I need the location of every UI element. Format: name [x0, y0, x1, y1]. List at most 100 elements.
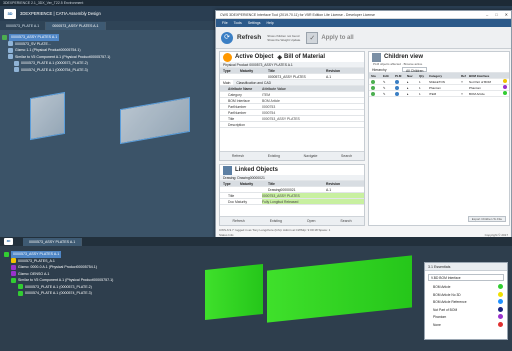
bottom-tabbar: 3D 0000573_ASSY PLATES A.1 — [0, 237, 512, 246]
part-icon — [11, 258, 16, 264]
existing-toggle[interactable]: Existing — [268, 152, 280, 160]
spec-tree: 0000573_ASSY PLATES A.1 0000573_PLATES_A… — [4, 251, 113, 297]
children-row[interactable]: ✎ ▸ 1 ITEM Y BOM Article — [369, 91, 509, 97]
maximize-icon[interactable]: □ — [495, 11, 497, 19]
bom-color-indicator — [503, 85, 507, 89]
tab-assy-plates[interactable]: 0000573_ASSY PLATES A.1 — [23, 237, 83, 246]
part-icon — [11, 277, 16, 283]
menu-bar: File Tools Settings Help — [216, 19, 511, 27]
nav-icon[interactable]: ▸ — [405, 91, 417, 96]
active-object-icon — [223, 52, 232, 62]
legend-color-dot — [498, 284, 503, 289]
search-button[interactable]: Search — [341, 152, 352, 160]
app-brand: 3DEXPERIENCE | CATIA Assembly Design — [20, 11, 101, 16]
active-object-heading: Active Object ◈ Bill of Material — [220, 52, 364, 62]
menu-tools[interactable]: Tools — [234, 21, 242, 25]
export-children-button[interactable]: Export Children To File — [467, 216, 506, 222]
part-icon — [14, 60, 19, 66]
plm-icon — [395, 86, 399, 90]
status-line: CWS-6.9.7: logged in as Tony Longchore (… — [219, 228, 331, 232]
tab-assy-plates[interactable]: 0000573_ASSY PLATES A.1 — [46, 21, 106, 30]
close-icon[interactable]: ✕ — [505, 11, 508, 19]
children-view-icon — [372, 52, 381, 62]
legend-item: BOM Article Reference — [425, 299, 507, 307]
edit-icon[interactable]: ✎ — [381, 85, 393, 90]
nav-icon[interactable]: ▸ — [405, 79, 417, 84]
option-show-children[interactable]: Show children not found — [267, 34, 300, 38]
legend-item: Phantom — [425, 314, 507, 322]
tree-item[interactable]: 0000574_PLATE A.1 (0000574_PLATE.3) — [4, 290, 113, 297]
active-object-panel: Active Object ◈ Bill of Material Physica… — [219, 51, 365, 161]
status-icon — [371, 92, 375, 96]
legend-item: BOM Article No 3D — [425, 291, 507, 300]
legend-selector[interactable]: V.BD BOM Interface — [428, 274, 504, 281]
green-plate-model[interactable] — [267, 255, 412, 323]
part-icon — [18, 284, 23, 290]
linked-refresh-button[interactable]: Refresh — [232, 217, 244, 225]
attr-row[interactable]: Description — [220, 122, 364, 128]
status-icon — [371, 86, 375, 90]
3dexperience-logo[interactable]: 3D — [4, 238, 13, 245]
bom-legend-panel: 3.1 Essentials V.BD BOM Interface BOM Ar… — [424, 262, 508, 340]
part-icon — [8, 47, 13, 53]
product-icon — [4, 251, 9, 257]
menu-settings[interactable]: Settings — [248, 21, 261, 25]
legend-item: Not Part of BOM — [425, 306, 507, 315]
product-icon — [2, 34, 7, 40]
open-button[interactable]: Open — [307, 217, 316, 225]
navigate-button[interactable]: Navigate — [304, 152, 318, 160]
cws-interface-dialog: CWS 3DEXPERIENCE Interface Tool (2019.70… — [215, 10, 512, 238]
bom-color-indicator — [503, 79, 507, 83]
status-icon — [371, 80, 375, 84]
tab-main[interactable]: Main — [220, 80, 234, 85]
plm-icon — [395, 92, 399, 96]
part-icon — [11, 264, 16, 270]
tree-item[interactable]: 0000574_PLATE A.1 (0000754_PLATE.3) — [2, 67, 110, 74]
legend-color-dot — [498, 299, 503, 304]
green-plate-model[interactable] — [205, 263, 263, 321]
legend-color-dot — [498, 314, 503, 319]
menu-file[interactable]: File — [222, 21, 228, 25]
refresh-button[interactable]: ⟳ Refresh — [221, 31, 261, 44]
dialog-toolbar: ⟳ Refresh Show children not found Show t… — [216, 27, 511, 49]
edit-icon[interactable]: ✎ — [381, 91, 393, 96]
part-icon — [18, 290, 23, 296]
children-view-panel: Children view PLM objects affected · Bro… — [368, 51, 510, 226]
option-weight-update[interactable]: Show the Weight Update — [267, 38, 300, 42]
menu-help[interactable]: Help — [266, 21, 273, 25]
refresh-object-button[interactable]: Refresh — [232, 152, 244, 160]
3dexperience-logo[interactable]: 3D — [4, 8, 16, 19]
part-icon — [14, 67, 19, 73]
part-icon — [8, 41, 13, 47]
linked-attr-row[interactable]: Doc Maturity Fully Longitud Released — [220, 199, 364, 205]
plate-3d-model[interactable] — [120, 96, 190, 145]
nav-icon[interactable]: ▸ — [405, 85, 417, 90]
plate-3d-model[interactable] — [30, 91, 65, 141]
dialog-title: CWS 3DEXPERIENCE Interface Tool (2019.70… — [216, 11, 511, 19]
legend-color-dot — [498, 306, 503, 312]
children-table: Sta Edit PLM Nav Qty Category Ref BOM In… — [369, 73, 509, 97]
legend-color-dot — [498, 291, 503, 297]
legend-item: None — [425, 321, 507, 330]
bom-icon: ◈ — [277, 54, 282, 61]
bottom-catia-window: 3D 0000573_ASSY PLATES A.1 0000573_ASSY … — [0, 237, 512, 351]
linked-search-button[interactable]: Search — [340, 217, 351, 225]
linked-objects-heading: Linked Objects — [220, 165, 364, 175]
tab-classification[interactable]: Classification and CAD — [233, 80, 274, 85]
bom-color-indicator — [503, 91, 507, 95]
spec-tree: 0000573_ASSY PLATES A.1 0000573_SV PLATE… — [2, 34, 110, 73]
part-icon — [11, 271, 16, 277]
minimize-icon[interactable]: – — [486, 11, 488, 19]
legend-item: BOM Article — [425, 284, 507, 292]
linked-objects-icon — [223, 165, 232, 175]
toolbar-options: Show children not found Show the Weight … — [267, 34, 300, 42]
linked-existing-toggle[interactable]: Existing — [270, 217, 282, 225]
children-filter-select[interactable]: All Children — [402, 67, 428, 73]
part-icon — [8, 54, 13, 60]
refresh-icon: ⟳ — [221, 31, 233, 44]
edit-icon[interactable]: ✎ — [381, 79, 393, 84]
window-controls: – □ ✕ — [486, 11, 508, 19]
tab-plate[interactable]: 0000573_PLATE A.1 — [0, 21, 47, 30]
apply-to-all-button[interactable]: ✓ Apply to all — [306, 31, 354, 44]
active-object-buttons: Refresh Existing Navigate Search — [220, 151, 364, 160]
